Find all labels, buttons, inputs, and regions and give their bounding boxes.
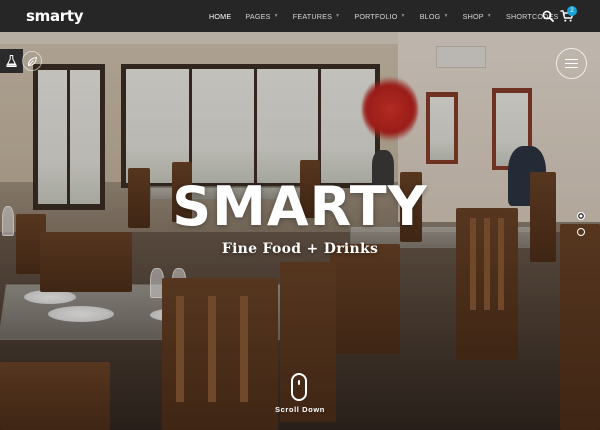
menu-item-features-label: FEATURES xyxy=(292,11,333,21)
chevron-down-icon: ▼ xyxy=(486,13,492,19)
menu-item-blog-label: BLOG xyxy=(419,11,441,21)
style-switcher-tab[interactable] xyxy=(0,49,23,73)
chevron-down-icon: ▼ xyxy=(273,13,279,19)
menu-item-features[interactable]: FEATURES ▼ xyxy=(293,12,341,21)
main-menu: HOME PAGES ▼ FEATURES ▼ PORTFOLIO ▼ BLOG… xyxy=(209,0,581,32)
menu-item-portfolio-label: PORTFOLIO xyxy=(354,11,398,21)
search-icon[interactable] xyxy=(542,10,554,22)
hamburger-icon xyxy=(565,56,578,70)
top-navbar: smarty HOME PAGES ▼ FEATURES ▼ PORTFOLIO… xyxy=(0,0,600,32)
menu-item-pages-label: PAGES xyxy=(245,11,271,21)
menu-item-home[interactable]: HOME xyxy=(209,12,231,21)
menu-item-shortcodes[interactable]: SHORTCODES ▼ xyxy=(506,12,567,21)
side-menu-button[interactable] xyxy=(556,48,587,79)
chevron-down-icon: ▼ xyxy=(443,13,449,19)
cart-count-badge: 2 xyxy=(567,6,577,16)
scroll-down-label[interactable]: Scroll Down xyxy=(0,405,600,414)
menu-item-pages[interactable]: PAGES ▼ xyxy=(245,12,278,21)
scroll-down-mouse-icon[interactable] xyxy=(291,373,307,401)
hero-subtitle: Fine Food + Drinks xyxy=(221,241,379,257)
leaf-toggle[interactable] xyxy=(22,51,42,71)
chevron-down-icon: ▼ xyxy=(400,13,406,19)
menu-item-shop[interactable]: SHOP ▼ xyxy=(463,12,492,21)
leaf-icon xyxy=(27,56,37,66)
menu-item-blog[interactable]: BLOG ▼ xyxy=(420,12,449,21)
chevron-down-icon: ▼ xyxy=(335,13,341,19)
menu-item-home-label: HOME xyxy=(209,11,232,21)
menu-item-portfolio[interactable]: PORTFOLIO ▼ xyxy=(354,12,405,21)
menu-item-shop-label: SHOP xyxy=(462,11,484,21)
site-logo[interactable]: smarty xyxy=(26,7,84,25)
flask-icon xyxy=(6,55,17,67)
hero-title: SMARTY xyxy=(172,175,428,238)
